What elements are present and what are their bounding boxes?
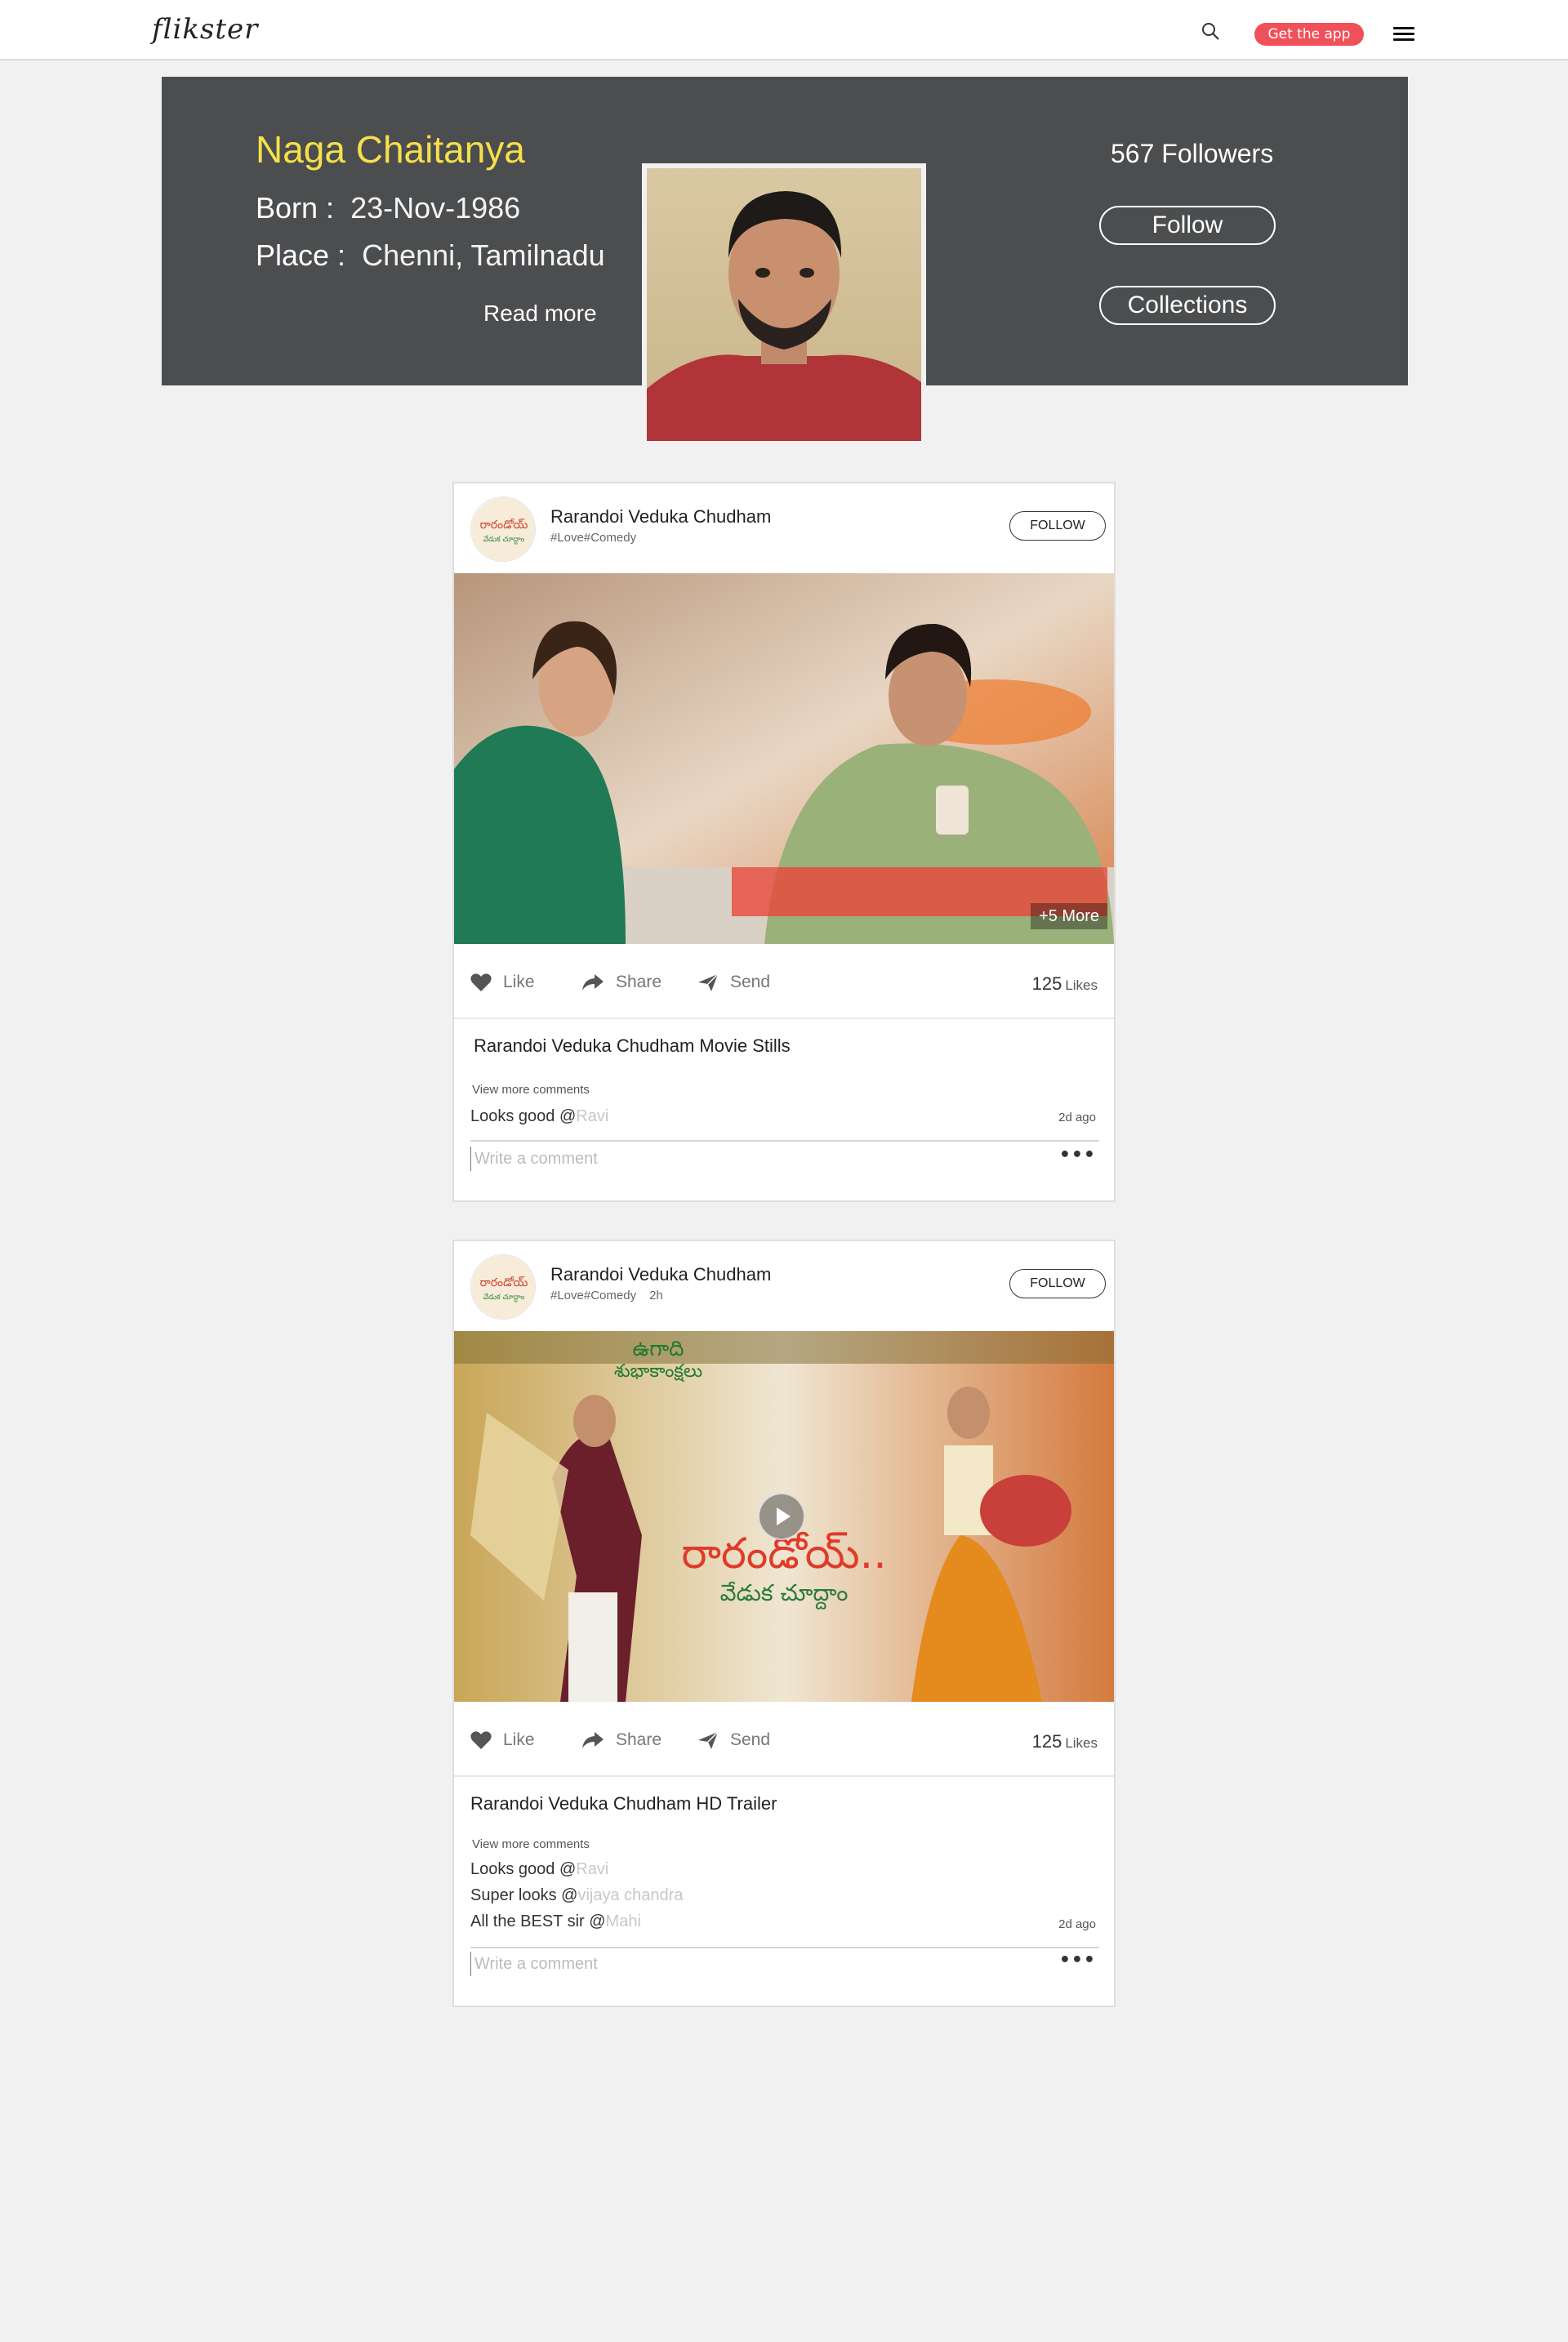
likes-number: 125 (1031, 1731, 1062, 1752)
flikster-logo[interactable]: flikster (152, 13, 258, 46)
play-icon (777, 1507, 791, 1525)
likes-count: 125 Likes (1032, 1731, 1098, 1752)
place-label: Place : (256, 238, 346, 272)
place-value: Chenni, Tamilnadu (362, 238, 605, 272)
like-button[interactable]: Like (470, 1728, 535, 1752)
view-more-comments-link[interactable]: View more comments (472, 1083, 590, 1097)
comment-user-link[interactable]: Mahi (606, 1912, 641, 1930)
comment-time: 2d ago (1058, 1111, 1096, 1124)
profile-photo (642, 163, 926, 446)
write-comment-input[interactable] (470, 1147, 1034, 1171)
comment-item: Super looks @vijaya chandra (470, 1886, 683, 1905)
send-label: Send (730, 1730, 771, 1749)
comment-divider (470, 1140, 1099, 1142)
comment-item: Looks good @Ravi (470, 1860, 608, 1879)
paper-plane-icon (698, 973, 719, 991)
more-options-icon[interactable]: ••• (1059, 1145, 1096, 1165)
likes-count: 125 Likes (1032, 973, 1098, 995)
more-options-icon[interactable]: ••• (1059, 1950, 1096, 1970)
post-tags: #Love#Comedy 2h (550, 1289, 663, 1302)
comment-text: All the BEST sir @ (470, 1912, 606, 1930)
profile-place: Place : Chenni, Tamilnadu (256, 238, 605, 273)
paper-plane-icon (698, 1731, 719, 1749)
comment-user-link[interactable]: vijaya chandra (577, 1886, 683, 1904)
comment-divider (470, 1947, 1099, 1948)
share-button[interactable]: Share (581, 1728, 662, 1752)
view-more-comments-link[interactable]: View more comments (472, 1837, 590, 1851)
profile-born: Born : 23-Nov-1986 (256, 191, 520, 225)
followers-count: 567 Followers (1111, 139, 1274, 168)
comment-text: Looks good @ (470, 1860, 577, 1878)
svg-text:రారండోయ్: రారండోయ్ (480, 1276, 528, 1289)
play-video-button[interactable] (758, 1493, 805, 1540)
post-actions: Like Share Send 125 Likes (454, 1703, 1114, 1777)
post-caption: Rarandoi Veduka Chudham HD Trailer (470, 1793, 777, 1814)
post-follow-button[interactable]: FOLLOW (1009, 1269, 1106, 1298)
comment-time: 2d ago (1058, 1917, 1096, 1931)
post-time: 2h (649, 1289, 663, 1302)
send-button[interactable]: Send (697, 970, 770, 995)
post-follow-button[interactable]: FOLLOW (1009, 511, 1106, 541)
svg-text:ఉగాది: ఉగాది (632, 1337, 684, 1361)
post-card: రారండోయ్ వేడుక చూద్దాం Rarandoi Veduka Ch… (452, 482, 1116, 1202)
profile-name: Naga Chaitanya (256, 128, 525, 171)
share-icon (582, 1732, 604, 1748)
like-button[interactable]: Like (470, 970, 535, 995)
post-caption: Rarandoi Veduka Chudham Movie Stills (474, 1035, 791, 1056)
share-label: Share (616, 1730, 662, 1749)
hamburger-menu-icon[interactable] (1393, 27, 1414, 43)
comment-text: Looks good @ (470, 1107, 577, 1125)
heart-icon (470, 1731, 492, 1749)
post-actions: Like Share Send 125 Likes (454, 946, 1114, 1019)
svg-text:వేడుక చూద్దాం: వేడుక చూద్దాం (483, 1293, 525, 1302)
svg-text:శుభాకాంక్షలు: శుభాకాంక్షలు (614, 1361, 702, 1382)
share-button[interactable]: Share (581, 970, 662, 995)
write-comment-input[interactable] (470, 1952, 1034, 1976)
share-label: Share (616, 973, 662, 991)
post-image[interactable]: +5 More (454, 573, 1114, 944)
send-label: Send (730, 973, 771, 991)
svg-text:వేడుక చూద్దాం: వేడుక చూద్దాం (720, 1579, 849, 1610)
collections-button[interactable]: Collections (1099, 286, 1276, 325)
heart-icon (470, 973, 492, 991)
post-hashtags[interactable]: #Love#Comedy (550, 531, 636, 545)
more-photos-badge[interactable]: +5 More (1031, 903, 1107, 929)
like-label: Like (503, 1730, 535, 1749)
send-button[interactable]: Send (697, 1728, 770, 1752)
post-title[interactable]: Rarandoi Veduka Chudham (550, 1264, 771, 1285)
post-avatar[interactable]: రారండోయ్ వేడుక చూద్దాం (470, 496, 536, 562)
comment-user-link[interactable]: Ravi (576, 1107, 608, 1125)
likes-word: Likes (1065, 977, 1098, 993)
share-icon (582, 974, 604, 991)
comment-item: All the BEST sir @Mahi (470, 1912, 641, 1931)
post-title[interactable]: Rarandoi Veduka Chudham (550, 506, 771, 528)
born-value: 23-Nov-1986 (350, 191, 521, 225)
comment-text: Super looks @ (470, 1886, 578, 1904)
born-label: Born : (256, 191, 335, 225)
post-card: రారండోయ్ వేడుక చూద్దాం Rarandoi Veduka Ch… (452, 1240, 1116, 2007)
get-the-app-button[interactable]: Get the app (1254, 23, 1364, 46)
post-video-thumbnail[interactable]: రారండోయ్.. వేడుక చూద్దాం ఉగాది శుభాకాంక్… (454, 1331, 1114, 1702)
likes-number: 125 (1031, 973, 1062, 994)
follow-button[interactable]: Follow (1099, 206, 1276, 245)
comment-user-link[interactable]: Ravi (576, 1860, 608, 1878)
search-icon[interactable] (1200, 21, 1222, 42)
svg-text:వేడుక చూద్దాం: వేడుక చూద్దాం (483, 535, 525, 545)
top-navigation-bar: flikster Get the app (0, 0, 1568, 60)
post-hashtags[interactable]: #Love#Comedy (550, 1289, 636, 1302)
comment-item: Looks good @Ravi (470, 1107, 608, 1126)
post-tags: #Love#Comedy (550, 531, 636, 545)
post-avatar[interactable]: రారండోయ్ వేడుక చూద్దాం (470, 1254, 536, 1320)
svg-text:రారండోయ్: రారండోయ్ (480, 519, 528, 532)
likes-word: Likes (1065, 1735, 1098, 1751)
like-label: Like (503, 973, 535, 991)
read-more-link[interactable]: Read more (483, 301, 597, 327)
